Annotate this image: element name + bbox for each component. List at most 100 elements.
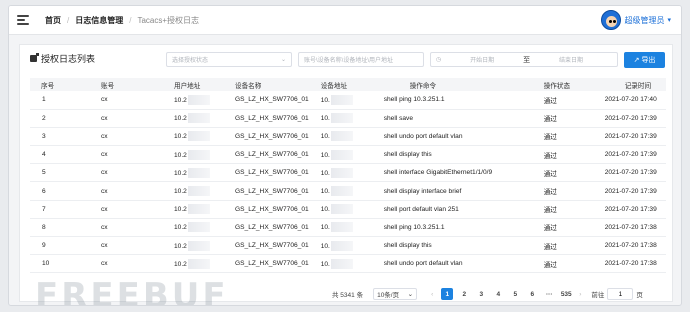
account-cell: cx <box>77 163 150 183</box>
command-cell: shell ping 10.3.251.1 <box>375 91 528 110</box>
record-time-cell: 2021-07-20 17:38 <box>596 254 666 274</box>
table-row[interactable]: 5 cx 10.2 GS_LZ_HX_SW7706_01 10. shell interf… <box>30 163 666 183</box>
redacted-mask <box>187 204 210 215</box>
status-select[interactable]: 选择授权状态 ⌄ <box>166 52 292 67</box>
user-menu[interactable]: 超级管理员 ▾ <box>601 10 671 30</box>
command-cell: shell save <box>375 109 528 128</box>
redacted-mask <box>187 222 210 233</box>
page-button[interactable]: 1 <box>441 288 454 300</box>
column-header: 设备名称 <box>223 78 309 91</box>
date-range-picker[interactable]: ◷ 开始日期 至 结束日期 <box>430 52 618 67</box>
device-name-text: GS_LZ_HX_SW7706_01 <box>235 223 309 231</box>
chevron-down-icon: ⌄ <box>407 291 414 298</box>
user-address-cell: 10.2 <box>150 181 223 201</box>
row-index-text: 1 <box>42 96 46 104</box>
device-address-cell: 10. <box>308 163 376 183</box>
freebuf-watermark: FREEBUF <box>35 276 229 306</box>
table-header-row: 序号 账号 用户地址 设备名称 设备地址 操作命令 操作状态 记录时间 <box>30 78 666 91</box>
device-address-text: 10. <box>320 115 330 123</box>
status-text: 通过 <box>543 225 557 233</box>
command-text: shell display this <box>383 151 432 159</box>
breadcrumb-home[interactable]: 首页 <box>45 15 61 26</box>
table-row[interactable]: 8 cx 10.2 GS_LZ_HX_SW7706_01 10. shell ping 1… <box>30 218 666 238</box>
breadcrumb-current: Tacacs+授权日志 <box>137 15 200 25</box>
page-button[interactable]: 5 <box>509 288 521 300</box>
record-time-text: 2021-07-20 17:39 <box>604 132 657 140</box>
search-input-placeholder: 账号\设备名称\设备地址\用户地址 <box>304 58 394 64</box>
record-time-cell: 2021-07-20 17:39 <box>596 200 666 219</box>
breadcrumb-log-management[interactable]: 日志信息管理 <box>75 15 123 26</box>
redacted-mask <box>330 222 353 233</box>
command-cell: shell display this <box>375 145 528 165</box>
redacted-mask <box>187 149 210 160</box>
account-cell: cx <box>77 254 150 274</box>
user-address-text: 10.2 <box>174 260 187 268</box>
command-text: shell port default vlan 251 <box>383 205 459 213</box>
table-row[interactable]: 4 cx 10.2 GS_LZ_HX_SW7706_01 10. shell displa… <box>30 145 666 165</box>
user-address-cell: 10.2 <box>150 91 223 110</box>
menu-toggle-icon[interactable] <box>17 15 29 25</box>
page-button[interactable]: 6 <box>526 288 538 300</box>
breadcrumb: 首页 / 日志信息管理 / Tacacs+授权日志 <box>45 15 199 26</box>
table-row[interactable]: 10 cx 10.2 GS_LZ_HX_SW7706_01 10. shell undo … <box>30 254 666 274</box>
account-cell: cx <box>77 91 150 110</box>
table-row[interactable]: 1 cx 10.2 GS_LZ_HX_SW7706_01 10. shell ping 1… <box>30 91 666 110</box>
account-text: cx <box>101 260 108 268</box>
date-range-separator: 至 <box>523 56 531 64</box>
row-index-text: 2 <box>42 114 46 122</box>
end-date-input[interactable]: 结束日期 <box>559 55 583 64</box>
status-cell: 通过 <box>527 127 597 147</box>
user-name: 超级管理员 <box>624 15 665 25</box>
row-index-cell: 7 <box>30 200 77 219</box>
device-address-cell: 10. <box>308 145 376 165</box>
goto-page-input[interactable] <box>607 288 634 300</box>
column-header: 用户地址 <box>150 78 223 91</box>
status-cell: 通过 <box>527 145 597 165</box>
command-text: shell undo port default vlan <box>383 260 463 268</box>
user-address-text: 10.2 <box>174 187 187 195</box>
device-name-cell: GS_LZ_HX_SW7706_01 <box>223 163 309 183</box>
more-pages-icon[interactable]: ··· <box>543 288 555 300</box>
page-button[interactable]: 535 <box>560 288 572 300</box>
breadcrumb-separator: / <box>129 15 132 25</box>
redacted-mask <box>330 240 353 251</box>
command-cell: shell display this <box>375 236 528 256</box>
device-name-cell: GS_LZ_HX_SW7706_01 <box>223 109 309 128</box>
page-button[interactable]: 4 <box>492 288 504 300</box>
page-size-select[interactable]: 10条/页 ⌄ <box>373 288 418 300</box>
page-button[interactable]: 2 <box>458 288 470 300</box>
device-address-cell: 10. <box>308 254 376 274</box>
redacted-mask <box>187 258 210 269</box>
prev-page-icon[interactable]: ‹ <box>431 291 433 298</box>
table-row[interactable]: 9 cx 10.2 GS_LZ_HX_SW7706_01 10. shell displa… <box>30 236 666 256</box>
total-count: 共 5341 条 <box>332 292 364 299</box>
device-address-text: 10. <box>320 187 330 195</box>
command-text: shell interface GigabitEthernet1/1/0/9 <box>383 169 493 177</box>
status-text: 通过 <box>543 116 557 124</box>
record-time-text: 2021-07-20 17:39 <box>604 151 657 159</box>
device-name-text: GS_LZ_HX_SW7706_01 <box>235 242 309 250</box>
search-input[interactable]: 账号\设备名称\设备地址\用户地址 <box>298 52 424 67</box>
table-row[interactable]: 6 cx 10.2 GS_LZ_HX_SW7706_01 10. shell displa… <box>30 181 666 201</box>
record-time-text: 2021-07-20 17:39 <box>604 205 657 213</box>
device-name-text: GS_LZ_HX_SW7706_01 <box>235 151 309 159</box>
table-row[interactable]: 7 cx 10.2 GS_LZ_HX_SW7706_01 10. shell port d… <box>30 200 666 219</box>
device-name-cell: GS_LZ_HX_SW7706_01 <box>223 236 309 256</box>
row-index-cell: 1 <box>30 91 77 110</box>
device-address-cell: 10. <box>308 236 376 256</box>
command-cell: shell port default vlan 251 <box>375 200 528 219</box>
export-button[interactable]: ↗ 导出 <box>624 52 665 68</box>
device-address-text: 10. <box>320 151 330 159</box>
card-title: 授权日志列表 <box>30 52 95 65</box>
start-date-input[interactable]: 开始日期 <box>470 55 494 64</box>
page-button[interactable]: 3 <box>475 288 487 300</box>
status-text: 通过 <box>543 152 557 160</box>
table-row[interactable]: 3 cx 10.2 GS_LZ_HX_SW7706_01 10. shell undo p… <box>30 127 666 147</box>
device-address-cell: 10. <box>308 91 376 110</box>
table-row[interactable]: 2 cx 10.2 GS_LZ_HX_SW7706_01 10. shell save 通过… <box>30 109 666 128</box>
device-name-cell: GS_LZ_HX_SW7706_01 <box>223 200 309 219</box>
row-index-text: 7 <box>42 205 46 213</box>
row-index-text: 3 <box>42 132 46 140</box>
command-text: shell display interface brief <box>383 187 462 195</box>
next-page-icon[interactable]: › <box>579 291 581 298</box>
